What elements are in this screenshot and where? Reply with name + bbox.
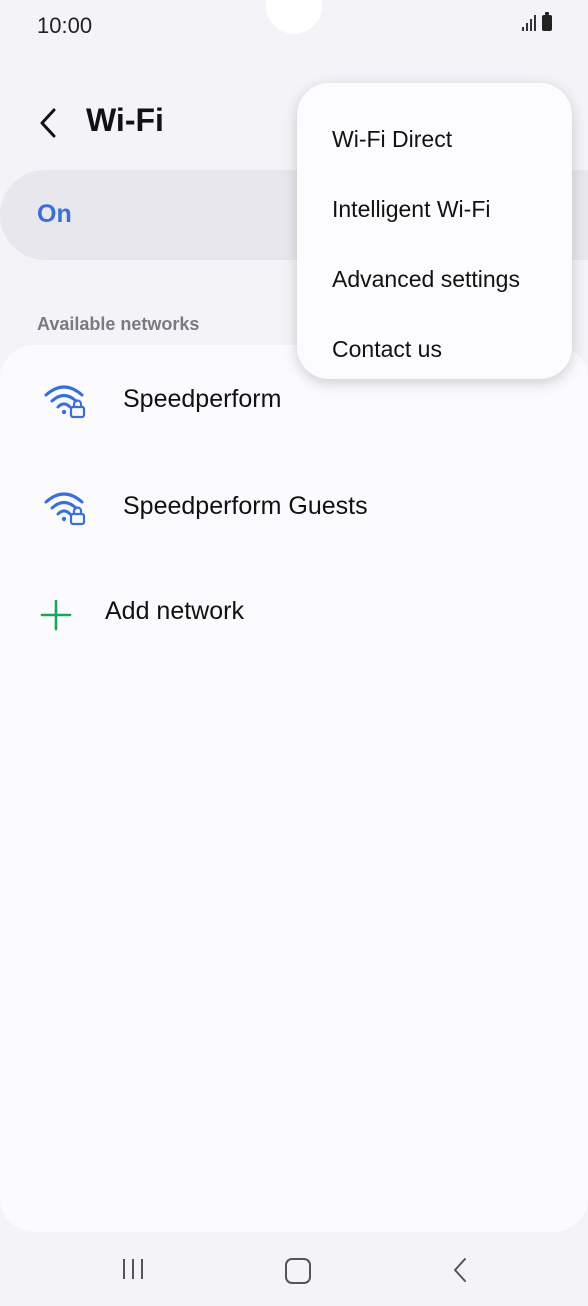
menu-item-label: Contact us xyxy=(332,336,442,362)
signal-icon xyxy=(522,15,536,31)
page-title: Wi-Fi xyxy=(86,102,164,138)
overflow-menu: Wi-Fi Direct Intelligent Wi-Fi Advanced … xyxy=(297,83,572,379)
chevron-left-icon xyxy=(40,108,56,138)
back-button[interactable] xyxy=(34,106,64,140)
available-networks-label: Available networks xyxy=(37,314,200,334)
battery-icon xyxy=(542,12,552,31)
menu-item-label: Intelligent Wi-Fi xyxy=(332,196,491,222)
menu-item-intelligent-wifi[interactable]: Intelligent Wi-Fi xyxy=(297,168,572,238)
menu-item-contact-us[interactable]: Contact us xyxy=(297,308,572,378)
add-network-label: Add network xyxy=(105,597,244,625)
wifi-toggle-label: On xyxy=(37,200,72,228)
plus-icon xyxy=(40,599,72,631)
menu-item-label: Wi-Fi Direct xyxy=(332,126,453,152)
wifi-locked-icon xyxy=(44,492,86,526)
status-icons xyxy=(522,12,552,31)
menu-item-advanced-settings[interactable]: Advanced settings xyxy=(297,238,572,308)
network-name: Speedperform xyxy=(123,385,282,413)
network-list: Speedperform Speedperform Guests Add net… xyxy=(0,345,588,1232)
add-network-button[interactable]: Add network xyxy=(0,563,588,663)
camera-notch xyxy=(266,0,322,34)
back-icon[interactable] xyxy=(450,1256,470,1284)
wifi-locked-icon xyxy=(44,385,86,419)
wifi-settings-screen: 10:00 Wi-Fi On Available networks Speedp… xyxy=(0,0,588,1306)
navigation-bar xyxy=(0,1232,588,1306)
home-icon[interactable] xyxy=(285,1258,311,1284)
status-time: 10:00 xyxy=(37,13,93,38)
network-name: Speedperform Guests xyxy=(123,492,368,520)
recent-apps-icon[interactable] xyxy=(120,1258,146,1280)
network-item-speedperform-guests[interactable]: Speedperform Guests xyxy=(0,456,588,556)
status-bar: 10:00 xyxy=(0,0,588,50)
menu-item-label: Advanced settings xyxy=(332,266,520,292)
menu-item-wifi-direct[interactable]: Wi-Fi Direct xyxy=(297,98,572,168)
